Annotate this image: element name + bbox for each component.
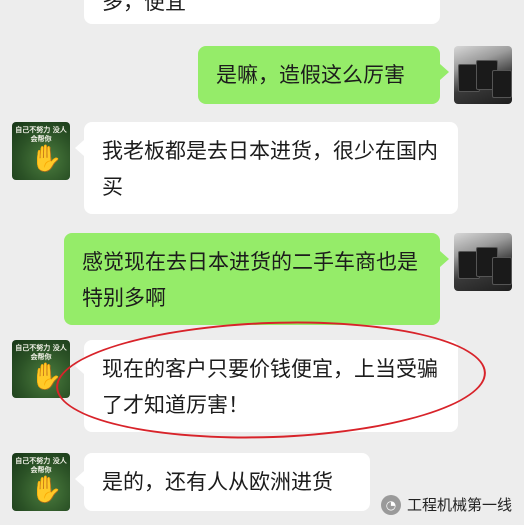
message-text: 我老板都是去日本进货，很少在国内买 — [102, 139, 438, 199]
message-text: 是嘛，造假这么厉害 — [216, 63, 405, 87]
avatar-caption: 自己不努力 没人会帮你 — [15, 344, 67, 361]
message-text: 多，便宜 — [102, 0, 186, 14]
bubble-tail — [75, 471, 84, 487]
message-bubble-sent[interactable]: 是嘛，造假这么厉害 — [198, 46, 440, 104]
bubble-tail — [440, 64, 449, 80]
avatar-sender[interactable]: 自己不努力 没人会帮你 ✋ — [12, 453, 70, 511]
avatar-contact-photo[interactable] — [454, 233, 512, 291]
avatar-caption: 自己不努力 没人会帮你 — [15, 457, 67, 474]
bubble-tail — [440, 251, 449, 267]
avatar-contact-photo[interactable] — [454, 46, 512, 104]
message-text: 感觉现在去日本进货的二手车商也是特别多啊 — [82, 250, 418, 310]
message-bubble-received[interactable]: 多，便宜 — [84, 0, 440, 24]
message-bubble-received[interactable]: 我老板都是去日本进货，很少在国内买 — [84, 122, 458, 214]
watermark-text: 工程机械第一线 — [406, 496, 512, 514]
message-bubble-sent[interactable]: 感觉现在去日本进货的二手车商也是特别多啊 — [64, 233, 440, 325]
avatar-sender[interactable]: 自己不努力 没人会帮你 ✋ — [12, 122, 70, 180]
message-text: 是的，还有人从欧洲进货 — [102, 470, 333, 494]
hand-icon: ✋ — [30, 144, 63, 174]
watermark: ◔ 工程机械第一线 — [380, 494, 512, 515]
bubble-tail — [75, 140, 84, 156]
hand-icon: ✋ — [30, 475, 63, 505]
avatar-caption: 自己不努力 没人会帮你 — [15, 126, 67, 143]
message-bubble-received[interactable]: 是的，还有人从欧洲进货 — [84, 453, 370, 511]
wechat-icon: ◔ — [380, 494, 401, 515]
